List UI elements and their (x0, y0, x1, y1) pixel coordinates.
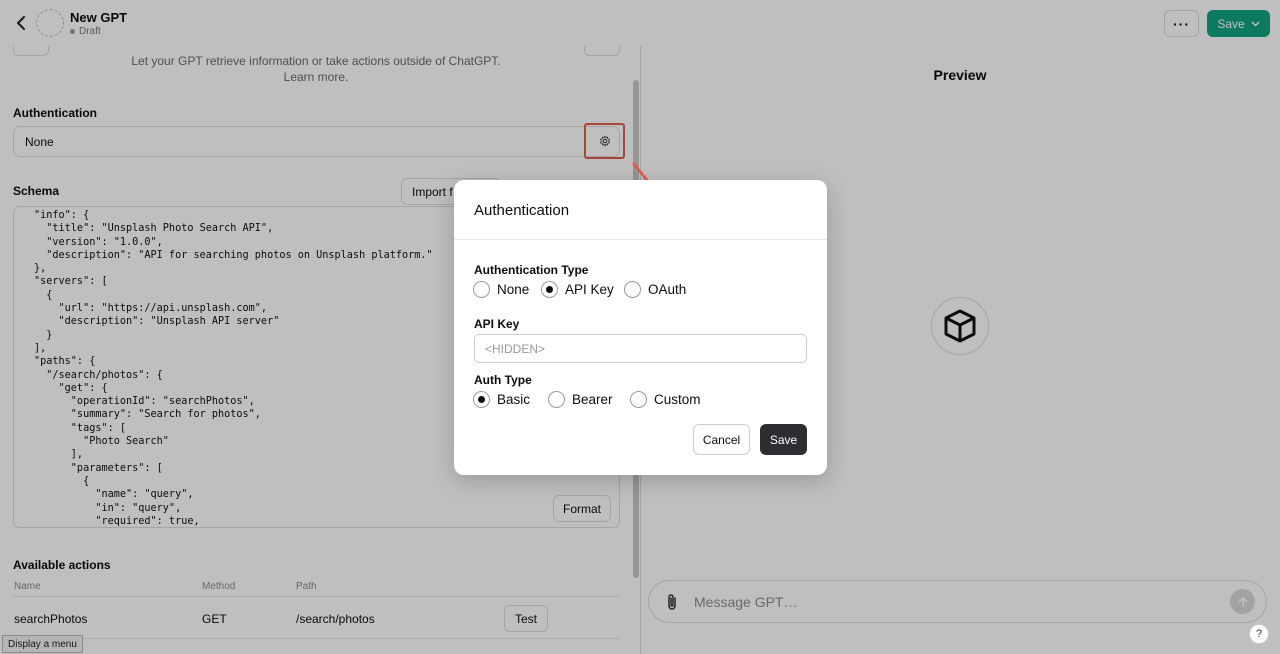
radio-label: Custom (654, 392, 701, 407)
radio-circle (548, 391, 565, 408)
auth-subtype-label: Auth Type (474, 373, 532, 387)
radio-circle (630, 391, 647, 408)
radio-label: OAuth (648, 282, 687, 297)
authentication-dialog: Authentication Authentication Type None … (454, 180, 827, 475)
radio-circle-selected (473, 391, 490, 408)
auth-type-api-key-radio[interactable]: API Key (541, 281, 614, 298)
auth-type-oauth-radio[interactable]: OAuth (624, 281, 686, 298)
help-button[interactable]: ? (1249, 624, 1269, 644)
authentication-type-label: Authentication Type (474, 263, 589, 277)
api-key-label: API Key (474, 317, 520, 331)
auth-subtype-custom-radio[interactable]: Custom (630, 391, 701, 408)
radio-label: Basic (497, 392, 531, 407)
radio-label: None (497, 282, 530, 297)
dialog-divider (454, 239, 827, 240)
radio-label: Bearer (572, 392, 613, 407)
radio-circle (624, 281, 641, 298)
save-button[interactable]: Save (760, 424, 807, 455)
dialog-title: Authentication (474, 202, 570, 219)
api-key-input[interactable] (474, 334, 807, 363)
radio-circle (473, 281, 490, 298)
auth-subtype-bearer-radio[interactable]: Bearer (548, 391, 613, 408)
auth-type-none-radio[interactable]: None (473, 281, 529, 298)
radio-circle-selected (541, 281, 558, 298)
auth-subtype-basic-radio[interactable]: Basic (473, 391, 530, 408)
radio-label: API Key (565, 282, 614, 297)
cancel-button[interactable]: Cancel (693, 424, 750, 455)
